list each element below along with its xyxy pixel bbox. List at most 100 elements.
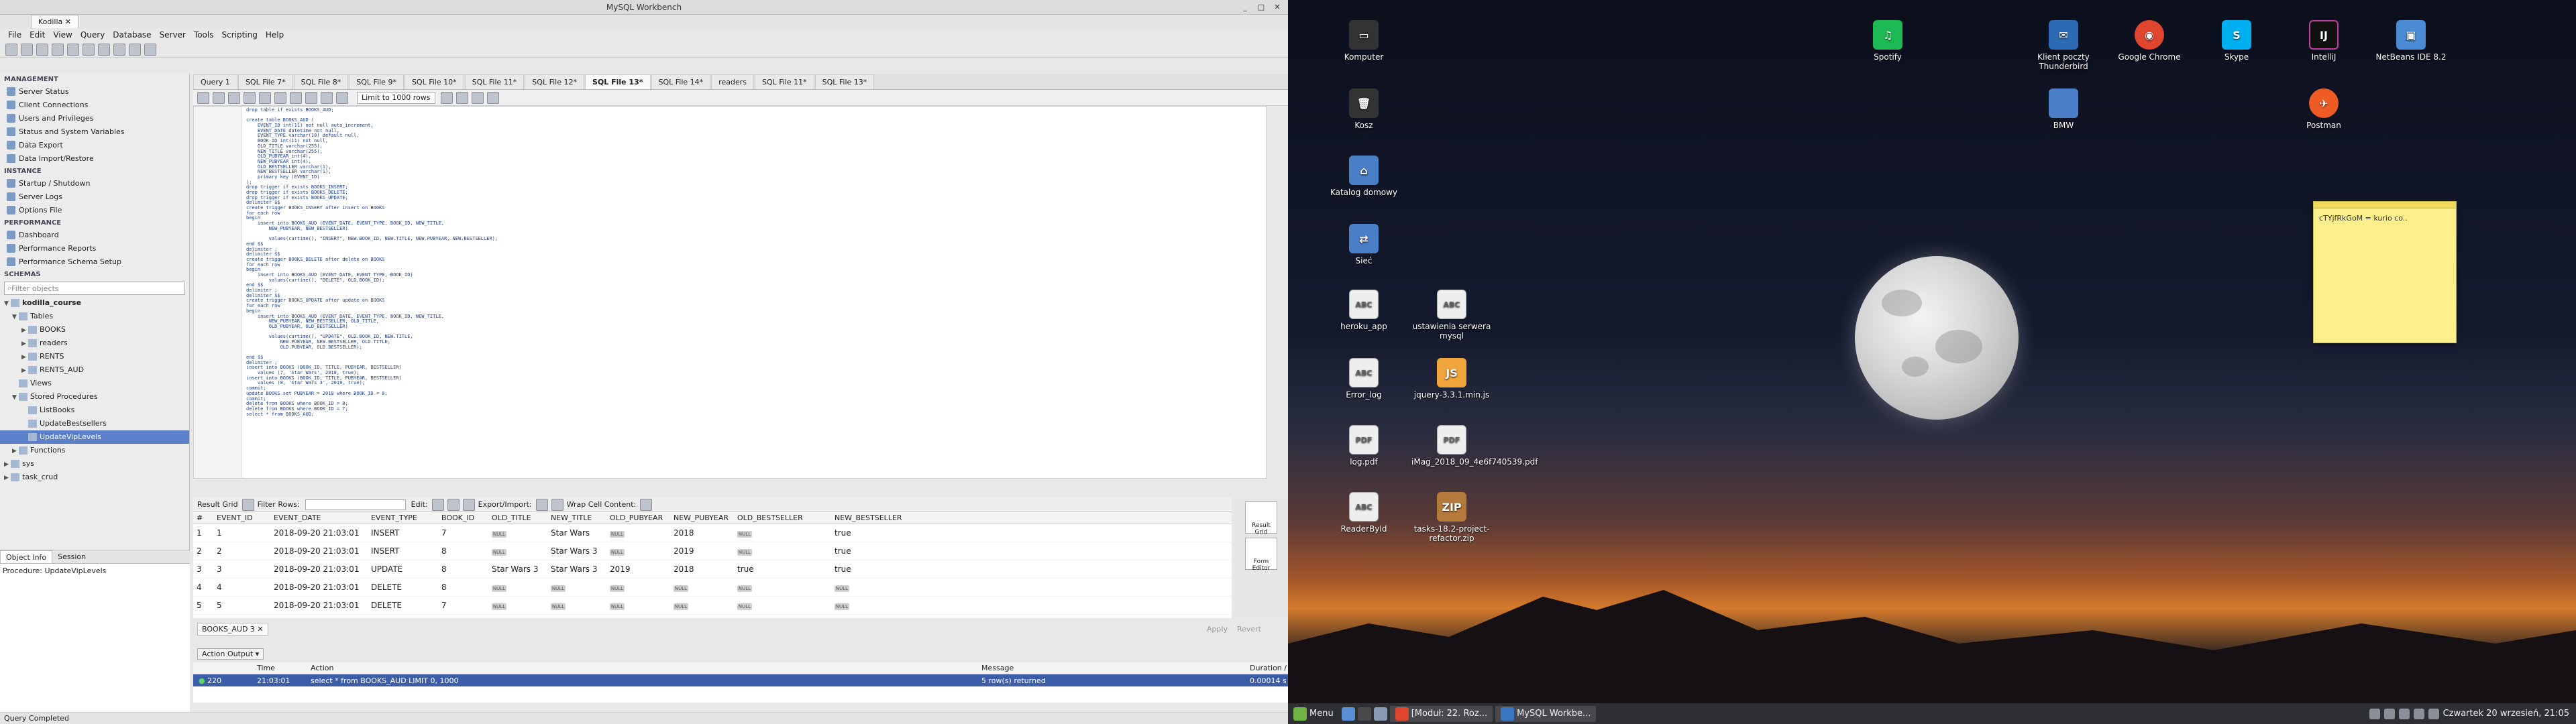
col-header[interactable]: NEW_BESTSELLER bbox=[831, 514, 928, 522]
code-line[interactable]: drop trigger if exists BOOKS_INSERT; bbox=[246, 185, 1266, 190]
code-line[interactable]: values(curtime(), "INSERT", NEW.BOOK_ID,… bbox=[246, 236, 1266, 242]
table-cell[interactable]: NULL bbox=[734, 601, 831, 610]
table-cell[interactable]: Star Wars 3 bbox=[488, 564, 547, 574]
desktop-icon-kosz[interactable]: 🗑 Kosz bbox=[1324, 88, 1404, 130]
maximize-icon[interactable]: □ bbox=[1256, 2, 1267, 13]
taskbar-window-workbench[interactable]: MySQL Workbe... bbox=[1495, 705, 1597, 722]
table-cell[interactable]: 2018-09-20 21:03:01 bbox=[270, 528, 368, 538]
form-editor-button[interactable]: Form Editor bbox=[1245, 538, 1277, 572]
table-cell[interactable]: 2 bbox=[213, 546, 270, 556]
code-line[interactable]: end $$ bbox=[246, 283, 1266, 288]
code-line[interactable]: for each row bbox=[246, 210, 1266, 217]
table-cell[interactable]: NULL bbox=[488, 546, 547, 556]
create-schema-icon[interactable] bbox=[52, 43, 64, 56]
table-cell[interactable]: NULL bbox=[670, 601, 734, 610]
filter-objects-input[interactable]: ⌕ Filter objects bbox=[4, 282, 185, 295]
nav-users-privileges[interactable]: Users and Privileges bbox=[0, 112, 189, 125]
nav-status-variables[interactable]: Status and System Variables bbox=[0, 125, 189, 139]
table-cell[interactable]: NULL bbox=[734, 528, 831, 538]
code-line[interactable]: create trigger BOOKS_DELETE after delete… bbox=[246, 257, 1266, 263]
tree-tables[interactable]: ▼ Tables bbox=[0, 310, 189, 323]
table-cell[interactable]: 5 bbox=[193, 601, 213, 610]
col-header[interactable]: EVENT_TYPE bbox=[368, 514, 438, 522]
limit-rows-select[interactable]: Limit to 1000 rows bbox=[357, 91, 435, 104]
col-header[interactable]: # bbox=[193, 514, 213, 522]
terminal-launcher-icon[interactable] bbox=[1357, 707, 1371, 721]
revert-button[interactable]: Revert bbox=[1237, 625, 1261, 634]
code-line[interactable]: NEW_TITLE varchar(255), bbox=[246, 149, 1266, 155]
desktop-icon-chrome[interactable]: ◉ Google Chrome bbox=[2109, 20, 2190, 62]
desktop-icon-komputer[interactable]: ▭ Komputer bbox=[1324, 20, 1404, 62]
find-icon[interactable] bbox=[455, 91, 468, 104]
table-cell[interactable]: NULL bbox=[831, 583, 928, 592]
code-line[interactable]: drop trigger if exists BOOKS_DELETE; bbox=[246, 190, 1266, 196]
open-sql-file-icon[interactable] bbox=[21, 43, 33, 56]
connection-tab-kodilla[interactable]: Kodilla ✕ bbox=[31, 15, 79, 28]
code-line[interactable]: BOOK_ID int(11) not null, bbox=[246, 138, 1266, 144]
table-cell[interactable]: NULL bbox=[606, 546, 670, 556]
table-cell[interactable]: Star Wars 3 bbox=[547, 546, 606, 556]
bluetooth-icon[interactable] bbox=[2383, 708, 2395, 719]
code-line[interactable]: commit; bbox=[246, 385, 1266, 391]
desktop-icon-intellij[interactable]: IJ IntelliJ bbox=[2284, 20, 2364, 62]
files-launcher-icon[interactable] bbox=[1373, 707, 1387, 721]
table-cell[interactable]: true bbox=[734, 564, 831, 574]
tree-table-books[interactable]: ▶ BOOKS bbox=[0, 323, 189, 337]
tree-table-rents-aud[interactable]: ▶ RENTS_AUD bbox=[0, 363, 189, 377]
table-cell[interactable]: 2019 bbox=[670, 546, 734, 556]
desktop-launcher-icon[interactable] bbox=[1341, 707, 1355, 721]
nav-dashboard[interactable]: Dashboard bbox=[0, 229, 189, 242]
code-line[interactable]: delete from BOOKS where BOOK_ID = 8; bbox=[246, 401, 1266, 407]
table-cell[interactable]: NULL bbox=[734, 546, 831, 556]
query-tab-active[interactable]: SQL File 13* bbox=[584, 74, 651, 89]
code-line[interactable]: end $$ bbox=[246, 355, 1266, 361]
table-row[interactable]: 4 4 2018-09-20 21:03:01 DELETE 8 NULL NULL NULL… bbox=[193, 579, 1232, 597]
battery-icon[interactable] bbox=[2428, 708, 2439, 719]
rollback-icon[interactable] bbox=[321, 91, 333, 104]
desktop-icon-spotify[interactable]: ♫ Spotify bbox=[1847, 20, 1928, 62]
table-cell[interactable]: 7 bbox=[438, 601, 488, 610]
apply-button[interactable]: Apply bbox=[1207, 625, 1228, 634]
nav-options-file[interactable]: Options File bbox=[0, 204, 189, 217]
code-line[interactable]: OLD_PUBYEAR int(4), bbox=[246, 154, 1266, 160]
desktop-icon-bmw[interactable]: BMW bbox=[2023, 88, 2104, 130]
tree-table-readers[interactable]: ▶ readers bbox=[0, 337, 189, 350]
table-cell[interactable]: NULL bbox=[734, 583, 831, 592]
desktop-icon-error-log[interactable]: ABC Error_log bbox=[1324, 358, 1404, 400]
desktop-icon-thunderbird[interactable]: ✉ Klient poczty Thunderbird bbox=[2023, 20, 2104, 71]
menu-file[interactable]: File bbox=[4, 30, 25, 40]
nav-performance-reports[interactable]: Performance Reports bbox=[0, 242, 189, 255]
table-cell[interactable]: INSERT bbox=[368, 528, 438, 538]
code-line[interactable]: EVENT_DATE datetime not null, bbox=[246, 128, 1266, 134]
code-line[interactable]: commit; bbox=[246, 396, 1266, 402]
col-header[interactable]: BOOK_ID bbox=[438, 514, 488, 522]
table-cell[interactable]: 2 bbox=[193, 546, 213, 556]
table-cell[interactable]: NULL bbox=[606, 583, 670, 592]
code-line[interactable]: NEW_PUBYEAR, NEW_BESTSELLER) bbox=[246, 226, 1266, 232]
search-table-data-icon[interactable] bbox=[129, 43, 141, 56]
code-line[interactable]: drop table if exists BOOKS_AUD; bbox=[246, 107, 1266, 113]
col-header[interactable]: NEW_TITLE bbox=[547, 514, 606, 522]
code-line[interactable]: EVENT_TYPE varchar(10) default null, bbox=[246, 133, 1266, 139]
query-tab[interactable]: SQL File 10* bbox=[404, 74, 464, 89]
table-cell[interactable]: 4 bbox=[213, 583, 270, 592]
tree-functions[interactable]: ▶ Functions bbox=[0, 444, 189, 457]
table-cell[interactable]: DELETE bbox=[368, 601, 438, 610]
action-output-select[interactable]: Action Output ▾ bbox=[197, 648, 264, 660]
code-line[interactable]: for each row bbox=[246, 303, 1266, 309]
menu-tools[interactable]: Tools bbox=[190, 30, 218, 40]
code-line[interactable]: delimiter ; bbox=[246, 247, 1266, 253]
nav-data-export[interactable]: Data Export bbox=[0, 139, 189, 152]
result-grid[interactable]: # EVENT_ID EVENT_DATE EVENT_TYPE BOOK_ID… bbox=[193, 512, 1232, 618]
execute-icon[interactable] bbox=[228, 91, 240, 104]
table-cell[interactable]: 2019 bbox=[606, 564, 670, 574]
table-cell[interactable]: 8 bbox=[438, 546, 488, 556]
table-cell[interactable]: 3 bbox=[213, 564, 270, 574]
table-row[interactable]: 2 2 2018-09-20 21:03:01 INSERT 8 NULL Star War… bbox=[193, 542, 1232, 560]
code-line[interactable]: NEW_BESTSELLER varchar(1), bbox=[246, 170, 1266, 175]
code-line[interactable]: ); bbox=[246, 180, 1266, 186]
col-header[interactable]: OLD_PUBYEAR bbox=[606, 514, 670, 522]
table-cell[interactable]: 4 bbox=[193, 583, 213, 592]
tree-db-kodilla-course[interactable]: ▼ kodilla_course bbox=[0, 296, 189, 310]
inspector-icon[interactable] bbox=[36, 43, 48, 56]
